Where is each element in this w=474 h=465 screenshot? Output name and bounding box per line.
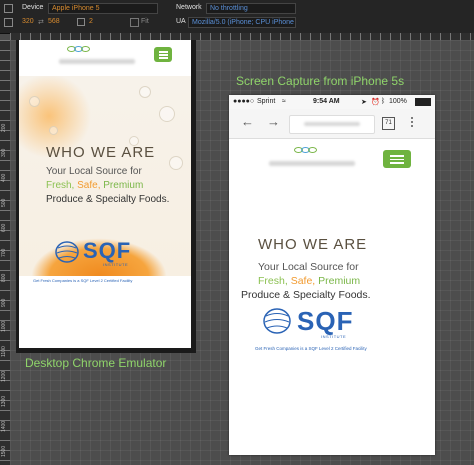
bluetooth-icon: ᛒ — [381, 98, 386, 105]
alarm-icon: ⏰ — [371, 99, 380, 106]
ruler-mark: 1400 — [1, 420, 7, 432]
battery-percent: 100% — [389, 98, 407, 105]
emulator-caption: Desktop Chrome Emulator — [25, 356, 167, 370]
scale-icon — [77, 18, 85, 26]
local-source-line: Your Local Source for — [46, 166, 142, 177]
scale-value[interactable]: 2 — [89, 18, 93, 25]
produce-line: Produce & Specialty Foods. — [241, 289, 371, 301]
location-icon: ➤ — [361, 99, 367, 106]
ruler-mark: 1100 — [1, 346, 7, 357]
ruler-mark: 700 — [1, 248, 7, 257]
network-select[interactable]: No throttling — [206, 3, 296, 14]
back-arrow-icon[interactable]: ← — [241, 114, 254, 129]
address-bar[interactable] — [289, 115, 375, 134]
premium-word: Premium — [318, 275, 361, 287]
sqf-globe-icon — [55, 241, 79, 263]
who-we-are-heading: WHO WE ARE — [46, 144, 156, 161]
swap-icon[interactable]: ⇄ — [38, 18, 44, 26]
ruler-mark: 1200 — [1, 370, 7, 382]
sqf-institute-label: INSTITUTE — [103, 262, 129, 267]
bubble — [139, 86, 151, 98]
fresh-safe-premium-line: Fresh, Safe, Premium — [258, 275, 360, 287]
sqf-logo: SQF — [83, 238, 132, 263]
height-value[interactable]: 568 — [48, 18, 60, 25]
ios-status-bar: ●●●●○ Sprint ≈ 9:54 AM ➤ ⏰ ᛒ 100% — [229, 95, 435, 109]
device-icon[interactable] — [4, 4, 13, 13]
sqf-institute-label: INSTITUTE — [321, 334, 347, 339]
sqf-globe-icon — [263, 308, 291, 334]
battery-icon — [415, 98, 431, 106]
fresh-word: Fresh, — [258, 275, 288, 287]
ruler-mark: 300 — [1, 148, 7, 157]
site-name-blurred — [59, 59, 135, 64]
browser-toolbar: ← → 71 — [229, 109, 435, 139]
safe-word: Safe, — [77, 180, 101, 191]
wifi-icon: ≈ — [282, 98, 286, 105]
ruler-mark: 1000 — [1, 320, 7, 332]
fresh-word: Fresh, — [46, 180, 75, 191]
iphone-screenshot: ●●●●○ Sprint ≈ 9:54 AM ➤ ⏰ ᛒ 100% ← → 71… — [229, 95, 435, 455]
local-source-line: Your Local Source for — [258, 261, 359, 273]
ruler-mark: 1500 — [1, 445, 7, 457]
signal-dots-icon: ●●●●○ — [233, 98, 255, 105]
tabs-icon[interactable]: 71 — [382, 117, 395, 130]
bubble — [169, 156, 183, 170]
who-we-are-heading: WHO WE ARE — [258, 236, 368, 253]
ua-input[interactable]: Mozilla/5.0 (iPhone; CPU iPhone OS 7_ — [188, 17, 296, 28]
bubble — [49, 126, 58, 135]
premium-word: Premium — [103, 180, 144, 191]
forward-arrow-icon[interactable]: → — [267, 114, 280, 129]
fit-checkbox[interactable] — [130, 18, 139, 27]
hamburger-menu-icon[interactable] — [154, 47, 172, 62]
devtools-emulation-toolbar: Device Apple iPhone 5 Network No throttl… — [0, 0, 474, 34]
site-name-blurred — [269, 161, 355, 166]
fit-label: Fit — [141, 18, 149, 25]
url-blurred — [304, 122, 360, 126]
ruler-mark: 1300 — [1, 395, 7, 407]
horizontal-ruler — [10, 33, 474, 40]
bubble — [159, 106, 175, 122]
sqf-logo: SQF — [297, 306, 354, 336]
ruler-mark: 900 — [1, 298, 7, 307]
site-logo-icon[interactable] — [294, 147, 334, 155]
device-label: Device — [22, 4, 44, 11]
sqf-tagline: Get Fresh Companies is a SQF Level 2 Cer… — [255, 346, 367, 351]
sqf-tagline: Get Fresh Companies is a SQF Level 2 Cer… — [33, 278, 133, 283]
network-label: Network — [176, 4, 202, 11]
ruler-mark: 600 — [1, 223, 7, 232]
status-time: 9:54 AM — [313, 98, 340, 105]
produce-line: Produce & Specialty Foods. — [46, 194, 170, 205]
safe-word: Safe, — [290, 275, 316, 287]
device-select[interactable]: Apple iPhone 5 — [48, 3, 158, 14]
hamburger-menu-icon[interactable] — [383, 150, 411, 168]
ruler-mark: 800 — [1, 273, 7, 282]
width-value[interactable]: 320 — [22, 18, 34, 25]
emulator-screen[interactable]: WHO WE ARE Your Local Source for Fresh, … — [19, 40, 191, 348]
screen-icon[interactable] — [4, 18, 13, 27]
vertical-ruler: 200 300 400 500 600 700 800 900 1000 110… — [0, 40, 10, 465]
ruler-mark: 400 — [1, 173, 7, 182]
ruler-mark: 500 — [1, 198, 7, 207]
bubble — [29, 96, 40, 107]
iphone-capture-caption: Screen Capture from iPhone 5s — [236, 74, 405, 88]
site-logo-icon[interactable] — [67, 46, 107, 54]
ua-label: UA — [176, 18, 186, 25]
fresh-safe-premium-line: Fresh, Safe, Premium — [46, 180, 143, 191]
ruler-mark: 200 — [1, 123, 7, 132]
carrier-label: Sprint — [257, 98, 276, 105]
menu-kebab-icon[interactable] — [411, 117, 414, 129]
